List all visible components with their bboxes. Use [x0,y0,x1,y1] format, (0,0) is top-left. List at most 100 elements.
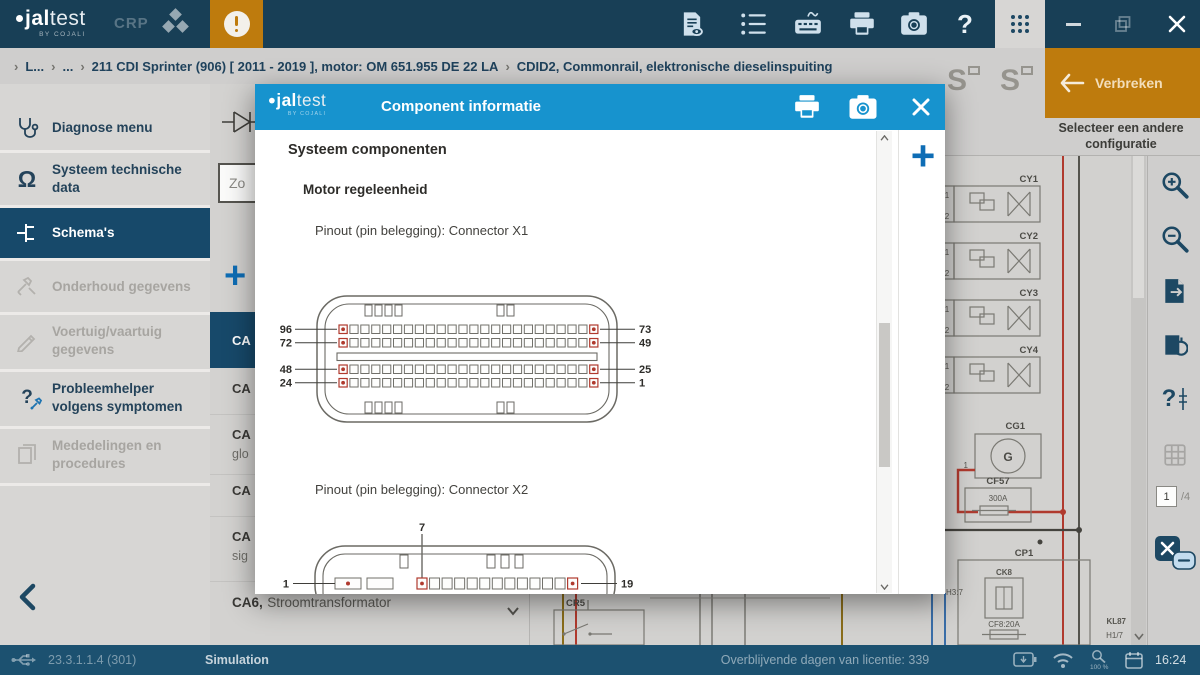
pin-number: 2 [945,326,950,335]
apps-grid-icon [1008,12,1032,36]
fuse-rating: 300A [989,494,1008,503]
zoom-out-button[interactable] [1158,222,1192,256]
report-preview-button[interactable] [669,0,715,48]
checklist-button[interactable] [731,0,777,48]
zoom-in-icon [1160,170,1190,200]
component-item[interactable]: CA [232,482,251,500]
rotate-page-icon [1162,331,1188,359]
component-code: CA [232,381,251,396]
export-page-icon [1162,277,1188,305]
breadcrumb: › L... › ... › 211 CDI Sprinter (906) [ … [14,48,832,84]
troubleshoot-icon: ? [13,387,41,409]
svg-text:24: 24 [280,378,293,390]
wire-label: H1/7 [1106,631,1123,640]
sidebar-divider [0,258,210,261]
cubes-icon[interactable] [152,0,198,48]
scroll-up-icon[interactable] [877,131,892,144]
page-current[interactable]: 1 [1156,486,1177,507]
measurements-button[interactable] [785,0,831,48]
camera-icon [899,11,929,37]
scrollbar-thumb[interactable] [1133,148,1144,298]
apps-grid-button[interactable] [995,0,1045,48]
component-label: CR5 [566,598,586,609]
screenshot-button[interactable] [891,0,937,48]
component-item[interactable]: CA [232,380,251,398]
scroll-down-icon[interactable] [877,580,892,593]
sidebar-item-voertuig-gegevens[interactable]: Voertuig/vaartuig gegevens [0,315,210,367]
expand-row-button[interactable] [506,606,520,616]
breadcrumb-ellipsis[interactable]: ... [62,59,73,74]
sidebar-item-diagnose-menu[interactable]: Diagnose menu [0,108,210,148]
svg-text:72: 72 [280,338,292,350]
warning-icon [224,11,250,37]
modal-close-button[interactable] [903,92,939,122]
pin-top-label: 7 [419,522,425,534]
left-sidebar: Diagnose menu Ω Systeem technische data … [0,84,210,645]
svg-text:48: 48 [280,364,292,376]
wire-label: KL87 [1106,617,1126,626]
sidebar-item-onderhoud-gegevens[interactable]: Onderhoud gegevens [0,264,210,310]
close-app-button[interactable] [1154,0,1200,48]
camera-icon [847,94,879,121]
back-button[interactable] [12,580,48,616]
mode-label: Simulation [205,653,269,667]
chevron-down-icon [506,606,520,616]
pin-number: 2 [945,269,950,278]
print-button[interactable] [839,0,885,48]
connector-x2-tabs [400,555,523,568]
schematic-scrollbar[interactable] [1131,130,1146,645]
modal-scrollbar[interactable] [876,131,892,593]
page-total: /4 [1181,491,1190,503]
symbol-help-button[interactable]: ? [1158,382,1192,416]
logo-text-bold: jal [25,8,50,29]
measure-values-button[interactable] [1153,534,1197,574]
sidebar-item-mededelingen[interactable]: Mededelingen en procedures [0,429,210,481]
pinout-x1-label: Pinout (pin belegging): Connector X1 [315,223,528,238]
scroll-down-icon[interactable] [1131,630,1146,643]
minimize-button[interactable] [1050,0,1096,48]
component-label: CF57 [986,476,1009,487]
restore-button[interactable] [1100,0,1146,48]
help-button[interactable]: ? [942,0,988,48]
logo-subtext: BY COJALI [269,111,326,117]
arrow-left-icon [1059,73,1085,93]
rotate-page-button[interactable] [1158,328,1192,362]
sidebar-item-probleemhelper[interactable]: ? Probleemhelper volgens symptomen [0,372,210,424]
breadcrumb-system[interactable]: CDID2, Commonrail, elektronische dieseli… [517,59,833,74]
report-document-icon [678,10,706,38]
logo-text-bold: jal [276,92,296,109]
breadcrumb-root[interactable]: L... [25,59,44,74]
component-item[interactable]: CA glo [232,425,251,463]
zoom-in-button[interactable] [1158,168,1192,202]
question-mark-icon: ? [957,9,973,40]
modal-divider [898,130,899,594]
sidebar-item-schemas[interactable]: Schema's [0,208,210,258]
logo-subtext: BY COJALI [16,31,86,38]
svg-text:1: 1 [639,378,645,390]
scrollbar-thumb[interactable] [879,323,890,467]
omega-icon: Ω [13,166,41,193]
harness-icon-2[interactable]: S [1000,58,1040,104]
breadcrumb-separator: › [51,59,55,74]
modal-screenshot-button[interactable] [845,92,881,122]
schematic-icon [13,221,41,245]
stethoscope-icon [13,115,41,141]
harness-icon-1[interactable]: S [947,58,987,104]
warning-button[interactable] [210,0,263,48]
back-chevron-icon [12,580,46,614]
connector-x1-diagram: 967372494825241 [265,284,665,434]
component-item[interactable]: CA sig [232,527,251,565]
modal-title: Component informatie [381,98,541,115]
modal-zoom-plus-button[interactable]: + [903,134,943,180]
minimize-icon [1066,23,1081,26]
breadcrumb-vehicle[interactable]: 211 CDI Sprinter (906) [ 2011 - 2019 ], … [92,59,499,74]
pin-number: 2 [945,212,950,221]
modal-print-button[interactable] [789,92,825,122]
component-item-ca6[interactable]: CA6, Stroomtransformator [232,594,391,612]
s-glyph: S [947,64,967,98]
grid-view-button-disabled[interactable] [1158,438,1192,472]
select-config-label: Selecteer een andere configuratie [1045,121,1197,152]
sidebar-item-systeem-technische-data[interactable]: Ω Systeem technische data [0,153,210,205]
export-page-button[interactable] [1158,274,1192,308]
disconnect-button[interactable]: Verbreken [1045,48,1200,118]
